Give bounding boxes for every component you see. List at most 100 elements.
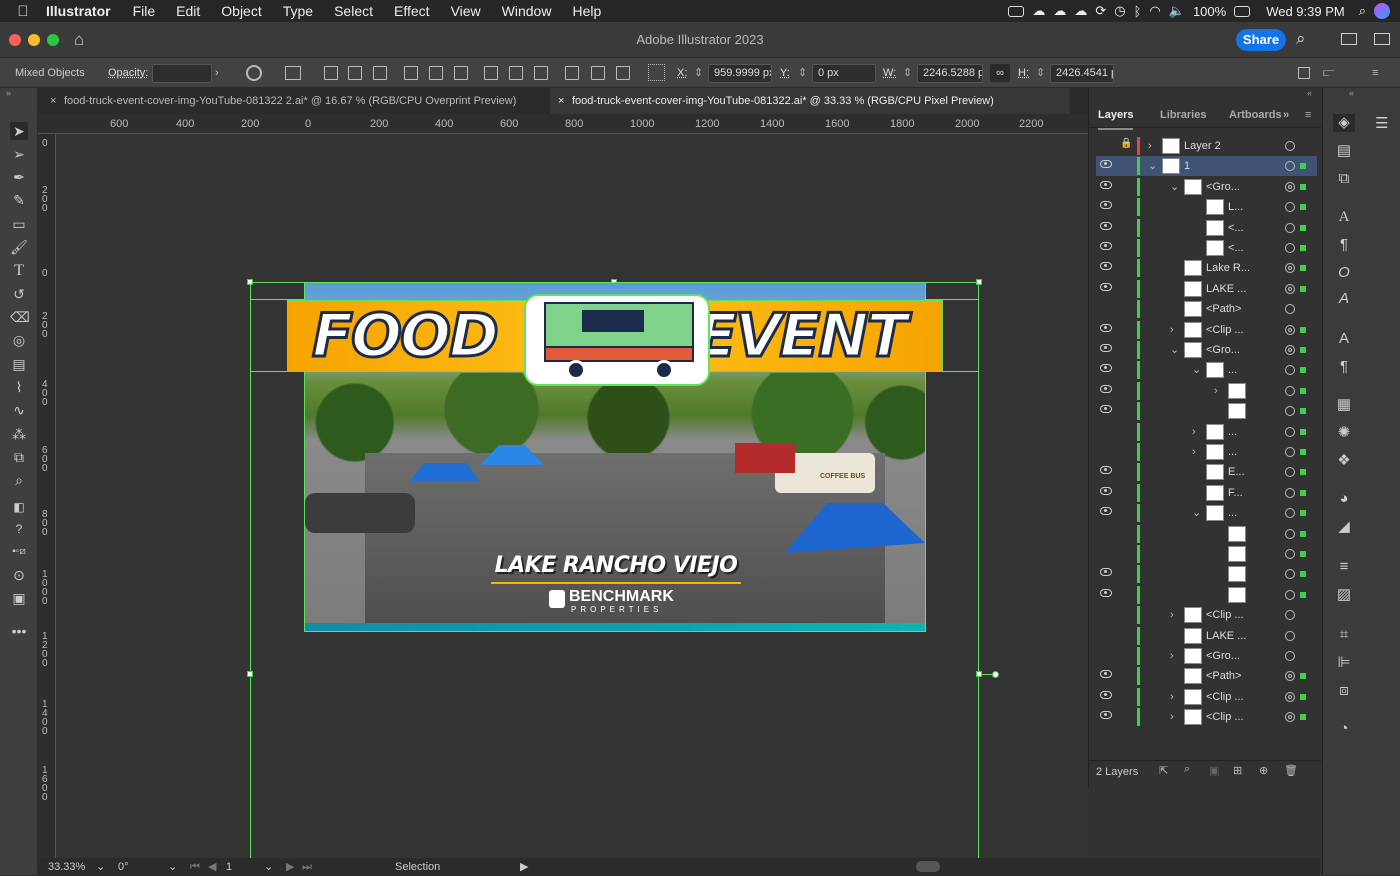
- selection-tool-icon[interactable]: ➤: [10, 122, 28, 140]
- w-field[interactable]: 2246.5288 px: [917, 64, 983, 83]
- target-icon[interactable]: [1285, 651, 1295, 661]
- x-field[interactable]: 959.9999 px: [708, 64, 772, 83]
- selection-indicator[interactable]: [1300, 326, 1306, 333]
- artboard-tool-icon[interactable]: ⧉: [10, 448, 28, 466]
- share-button[interactable]: Share: [1236, 29, 1286, 51]
- expand-toggle-icon[interactable]: ›: [1192, 442, 1196, 462]
- layer-row[interactable]: ›...: [1096, 422, 1317, 442]
- lock-icon[interactable]: 🔒: [1120, 138, 1132, 149]
- reference-point-icon[interactable]: [648, 64, 665, 81]
- menu-effect[interactable]: Effect: [394, 3, 430, 19]
- selection-indicator[interactable]: [1300, 163, 1306, 170]
- layer-row[interactable]: [1096, 524, 1317, 544]
- menu-file[interactable]: File: [133, 3, 156, 19]
- target-icon[interactable]: [1285, 528, 1295, 539]
- selection-indicator[interactable]: [1300, 183, 1306, 190]
- align-top-icon[interactable]: [404, 66, 418, 80]
- stroke-icon[interactable]: ≡: [1333, 558, 1355, 576]
- selection-indicator[interactable]: [1300, 693, 1306, 700]
- layer-name[interactable]: ...: [1228, 422, 1237, 442]
- panel-menu-icon[interactable]: ≡: [1372, 58, 1378, 88]
- visibility-eye-icon[interactable]: [1100, 466, 1112, 475]
- layer-name[interactable]: E...: [1228, 462, 1245, 482]
- distribute-left-icon[interactable]: [565, 66, 579, 80]
- opacity-field[interactable]: [152, 64, 212, 83]
- distribute-top-icon[interactable]: [484, 66, 498, 80]
- menu-window[interactable]: Window: [502, 3, 552, 19]
- artboard-dropdown-icon[interactable]: ⌄: [264, 858, 273, 876]
- visibility-eye-icon[interactable]: [1100, 690, 1112, 699]
- align-right-icon[interactable]: [373, 66, 387, 80]
- layer-row[interactable]: LAKE ...: [1096, 279, 1317, 299]
- paintbrush-tool-icon[interactable]: 🖌: [10, 238, 28, 256]
- gradient-tool-icon[interactable]: ▤: [10, 355, 28, 373]
- visibility-eye-icon[interactable]: [1100, 180, 1112, 189]
- target-icon[interactable]: [1285, 487, 1295, 498]
- prev-artboard-icon[interactable]: ◀: [208, 858, 216, 876]
- layer-row[interactable]: ⌄ <Gro...: [1096, 177, 1317, 197]
- layer-row[interactable]: <Path>: [1096, 666, 1317, 686]
- selection-indicator[interactable]: [1300, 204, 1306, 211]
- layer-name[interactable]: ...: [1228, 360, 1237, 380]
- layer-row[interactable]: [1096, 564, 1317, 584]
- layers-icon[interactable]: ◈: [1333, 114, 1355, 132]
- layer-row[interactable]: L...: [1096, 197, 1317, 217]
- visibility-eye-icon[interactable]: [1100, 711, 1112, 720]
- paragraph-styles-icon[interactable]: ¶: [1333, 358, 1355, 376]
- target-icon[interactable]: [1285, 304, 1295, 315]
- target-icon[interactable]: [1285, 508, 1295, 519]
- battery-icon[interactable]: [1234, 5, 1251, 17]
- visibility-eye-icon[interactable]: [1100, 221, 1112, 230]
- more-tools-icon[interactable]: •••: [10, 622, 28, 640]
- layer-name[interactable]: F...: [1228, 483, 1243, 503]
- target-icon[interactable]: [1285, 447, 1295, 457]
- selection-indicator[interactable]: [1300, 489, 1306, 496]
- new-layer-icon[interactable]: ⊕: [1259, 764, 1268, 777]
- menu-select[interactable]: Select: [334, 3, 373, 19]
- layer-name[interactable]: ...: [1228, 503, 1237, 523]
- menu-object[interactable]: Object: [221, 3, 261, 19]
- pathfinder-icon[interactable]: ⧈: [1333, 682, 1355, 700]
- target-icon[interactable]: [1285, 426, 1295, 437]
- tab-document-2[interactable]: × food-truck-event-cover-img-YouTube-081…: [550, 88, 1070, 114]
- tab-artboards[interactable]: Artboards: [1229, 102, 1282, 128]
- first-artboard-icon[interactable]: ⏮: [190, 858, 200, 876]
- layer-row[interactable]: › <Clip ...: [1096, 605, 1317, 625]
- menu-type[interactable]: Type: [283, 3, 313, 19]
- layer-name[interactable]: <Clip ...: [1206, 605, 1244, 625]
- layer-name[interactable]: Layer 2: [1184, 136, 1221, 156]
- target-icon[interactable]: [1285, 181, 1295, 192]
- layer-row[interactable]: ›...: [1096, 442, 1317, 462]
- selection-handle[interactable]: [247, 671, 253, 677]
- menu-edit[interactable]: Edit: [176, 3, 200, 19]
- selection-indicator[interactable]: [1300, 530, 1306, 537]
- target-icon[interactable]: [1285, 385, 1295, 396]
- target-icon[interactable]: [1285, 222, 1295, 233]
- expand-toggle-icon[interactable]: ⌄: [1170, 177, 1179, 197]
- selection-indicator[interactable]: [1300, 387, 1306, 394]
- visibility-eye-icon[interactable]: [1100, 344, 1112, 352]
- target-icon[interactable]: [1285, 630, 1295, 641]
- color-guide-icon[interactable]: ◔: [1333, 720, 1355, 738]
- layer-name[interactable]: L...: [1228, 197, 1243, 217]
- workspace-icon[interactable]: [1374, 33, 1390, 45]
- selection-indicator[interactable]: [1300, 428, 1306, 435]
- expand-toggle-icon[interactable]: ⌄: [1148, 156, 1157, 176]
- selection-indicator[interactable]: [1300, 591, 1306, 598]
- selection-indicator[interactable]: [1300, 469, 1306, 476]
- y-stepper-icon[interactable]: ⇕: [798, 58, 807, 88]
- expand-toggle-icon[interactable]: ⌄: [1192, 503, 1201, 523]
- layer-row[interactable]: › <Clip ...: [1096, 687, 1317, 707]
- visibility-eye-icon[interactable]: [1100, 160, 1112, 169]
- spotlight-icon[interactable]: ⌕: [1359, 3, 1366, 19]
- layer-row[interactable]: ⌄...: [1096, 503, 1317, 523]
- layer-name[interactable]: <Clip ...: [1206, 320, 1244, 340]
- layer-row[interactable]: › <Clip ...: [1096, 320, 1317, 340]
- align-center-icon[interactable]: [348, 66, 362, 80]
- selection-indicator[interactable]: [1300, 224, 1306, 231]
- blend-tool-icon[interactable]: ∿: [10, 401, 28, 419]
- sync-icon[interactable]: ⟳: [1095, 3, 1106, 19]
- cloud-icon[interactable]: ☁: [1053, 3, 1066, 19]
- transform-icon[interactable]: [285, 66, 301, 80]
- layer-row[interactable]: ⌄ <Gro...: [1096, 340, 1317, 360]
